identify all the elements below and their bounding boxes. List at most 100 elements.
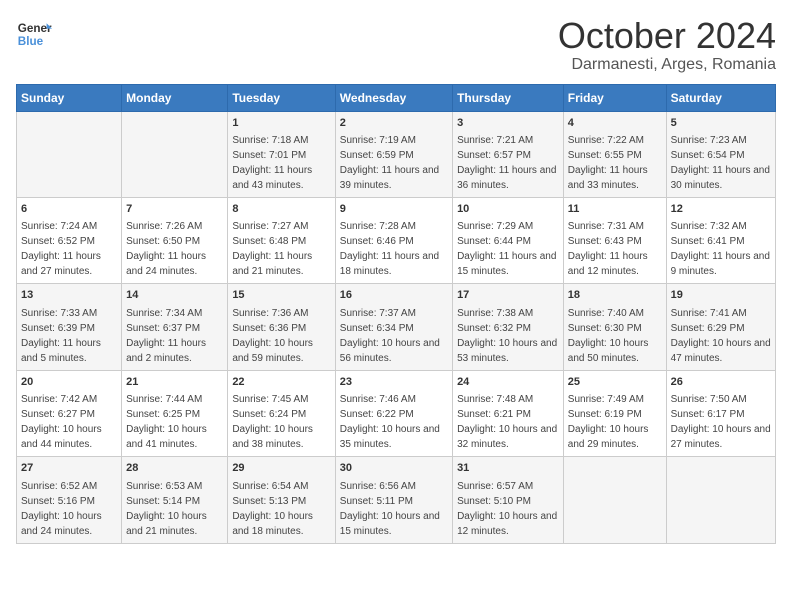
calendar-cell: 11 Sunrise: 7:31 AM Sunset: 6:43 PM Dayli…	[563, 197, 666, 283]
calendar-cell: 10 Sunrise: 7:29 AM Sunset: 6:44 PM Dayli…	[453, 197, 564, 283]
week-row-5: 27 Sunrise: 6:52 AM Sunset: 5:16 PM Dayli…	[17, 457, 776, 543]
calendar-cell: 31 Sunrise: 6:57 AM Sunset: 5:10 PM Dayli…	[453, 457, 564, 543]
day-number: 3	[457, 116, 559, 131]
week-row-3: 13Sunrise: 7:33 AM Sunset: 6:39 PM Dayli…	[17, 284, 776, 370]
col-header-monday: Monday	[122, 84, 228, 111]
day-detail: Sunrise: 7:50 AM Sunset: 6:17 PM Dayligh…	[671, 394, 771, 450]
day-number: 4	[568, 116, 662, 131]
day-number: 30	[340, 461, 448, 476]
calendar-cell: 4 Sunrise: 7:22 AM Sunset: 6:55 PM Daylig…	[563, 111, 666, 197]
day-number: 11	[568, 202, 662, 217]
day-detail: Sunrise: 6:56 AM Sunset: 5:11 PM Dayligh…	[340, 481, 440, 537]
col-header-wednesday: Wednesday	[335, 84, 452, 111]
day-detail: Sunrise: 7:46 AM Sunset: 6:22 PM Dayligh…	[340, 394, 440, 450]
day-detail: Sunrise: 6:53 AM Sunset: 5:14 PM Dayligh…	[126, 481, 207, 537]
day-detail: Sunrise: 7:38 AM Sunset: 6:32 PM Dayligh…	[457, 308, 557, 364]
calendar-cell: 30 Sunrise: 6:56 AM Sunset: 5:11 PM Dayli…	[335, 457, 452, 543]
day-number: 22	[232, 375, 330, 390]
day-number: 12	[671, 202, 771, 217]
day-detail: Sunrise: 7:23 AM Sunset: 6:54 PM Dayligh…	[671, 135, 770, 191]
day-detail: Sunrise: 7:36 AM Sunset: 6:36 PM Dayligh…	[232, 308, 313, 364]
calendar-cell	[563, 457, 666, 543]
calendar-cell: 1 Sunrise: 7:18 AM Sunset: 7:01 PM Daylig…	[228, 111, 335, 197]
calendar-cell: 16Sunrise: 7:37 AM Sunset: 6:34 PM Dayli…	[335, 284, 452, 370]
calendar-cell: 18 Sunrise: 7:40 AM Sunset: 6:30 PM Dayli…	[563, 284, 666, 370]
day-detail: Sunrise: 7:41 AM Sunset: 6:29 PM Dayligh…	[671, 308, 771, 364]
day-detail: Sunrise: 7:40 AM Sunset: 6:30 PM Dayligh…	[568, 308, 649, 364]
calendar-cell: 6Sunrise: 7:24 AM Sunset: 6:52 PM Daylig…	[17, 197, 122, 283]
day-number: 7	[126, 202, 223, 217]
calendar-cell: 24Sunrise: 7:48 AM Sunset: 6:21 PM Dayli…	[453, 370, 564, 456]
day-number: 26	[671, 375, 771, 390]
week-row-2: 6Sunrise: 7:24 AM Sunset: 6:52 PM Daylig…	[17, 197, 776, 283]
day-number: 2	[340, 116, 448, 131]
header-row: SundayMondayTuesdayWednesdayThursdayFrid…	[17, 84, 776, 111]
day-number: 13	[21, 288, 117, 303]
calendar-cell: 14 Sunrise: 7:34 AM Sunset: 6:37 PM Dayli…	[122, 284, 228, 370]
day-number: 8	[232, 202, 330, 217]
title-block: October 2024 Darmanesti, Arges, Romania	[558, 16, 776, 74]
calendar-cell: 12 Sunrise: 7:32 AM Sunset: 6:41 PM Dayli…	[666, 197, 775, 283]
day-number: 28	[126, 461, 223, 476]
svg-text:Blue: Blue	[18, 35, 44, 48]
day-number: 15	[232, 288, 330, 303]
calendar-cell: 29 Sunrise: 6:54 AM Sunset: 5:13 PM Dayli…	[228, 457, 335, 543]
calendar-cell: 25 Sunrise: 7:49 AM Sunset: 6:19 PM Dayli…	[563, 370, 666, 456]
logo: General Blue	[16, 16, 52, 52]
day-detail: Sunrise: 7:34 AM Sunset: 6:37 PM Dayligh…	[126, 308, 206, 364]
day-detail: Sunrise: 7:44 AM Sunset: 6:25 PM Dayligh…	[126, 394, 207, 450]
calendar-cell: 21Sunrise: 7:44 AM Sunset: 6:25 PM Dayli…	[122, 370, 228, 456]
day-detail: Sunrise: 7:24 AM Sunset: 6:52 PM Dayligh…	[21, 221, 101, 277]
calendar-cell: 8 Sunrise: 7:27 AM Sunset: 6:48 PM Daylig…	[228, 197, 335, 283]
day-number: 23	[340, 375, 448, 390]
calendar-cell: 7 Sunrise: 7:26 AM Sunset: 6:50 PM Daylig…	[122, 197, 228, 283]
day-number: 1	[232, 116, 330, 131]
day-detail: Sunrise: 7:32 AM Sunset: 6:41 PM Dayligh…	[671, 221, 770, 277]
week-row-1: 1 Sunrise: 7:18 AM Sunset: 7:01 PM Daylig…	[17, 111, 776, 197]
calendar-cell: 5 Sunrise: 7:23 AM Sunset: 6:54 PM Daylig…	[666, 111, 775, 197]
day-detail: Sunrise: 7:31 AM Sunset: 6:43 PM Dayligh…	[568, 221, 648, 277]
day-number: 27	[21, 461, 117, 476]
day-detail: Sunrise: 6:57 AM Sunset: 5:10 PM Dayligh…	[457, 481, 557, 537]
col-header-sunday: Sunday	[17, 84, 122, 111]
calendar-cell: 28 Sunrise: 6:53 AM Sunset: 5:14 PM Dayli…	[122, 457, 228, 543]
calendar-table: SundayMondayTuesdayWednesdayThursdayFrid…	[16, 84, 776, 544]
day-number: 5	[671, 116, 771, 131]
day-detail: Sunrise: 7:22 AM Sunset: 6:55 PM Dayligh…	[568, 135, 648, 191]
col-header-saturday: Saturday	[666, 84, 775, 111]
day-detail: Sunrise: 6:54 AM Sunset: 5:13 PM Dayligh…	[232, 481, 313, 537]
calendar-cell: 3 Sunrise: 7:21 AM Sunset: 6:57 PM Daylig…	[453, 111, 564, 197]
page-header: General Blue October 2024 Darmanesti, Ar…	[16, 16, 776, 74]
calendar-cell: 17 Sunrise: 7:38 AM Sunset: 6:32 PM Dayli…	[453, 284, 564, 370]
day-number: 25	[568, 375, 662, 390]
day-detail: Sunrise: 6:52 AM Sunset: 5:16 PM Dayligh…	[21, 481, 102, 537]
col-header-tuesday: Tuesday	[228, 84, 335, 111]
day-number: 10	[457, 202, 559, 217]
day-detail: Sunrise: 7:19 AM Sunset: 6:59 PM Dayligh…	[340, 135, 439, 191]
day-number: 31	[457, 461, 559, 476]
day-detail: Sunrise: 7:21 AM Sunset: 6:57 PM Dayligh…	[457, 135, 556, 191]
day-number: 18	[568, 288, 662, 303]
day-detail: Sunrise: 7:42 AM Sunset: 6:27 PM Dayligh…	[21, 394, 102, 450]
calendar-cell: 23 Sunrise: 7:46 AM Sunset: 6:22 PM Dayli…	[335, 370, 452, 456]
calendar-cell: 26 Sunrise: 7:50 AM Sunset: 6:17 PM Dayli…	[666, 370, 775, 456]
day-number: 14	[126, 288, 223, 303]
day-detail: Sunrise: 7:29 AM Sunset: 6:44 PM Dayligh…	[457, 221, 556, 277]
day-number: 29	[232, 461, 330, 476]
day-detail: Sunrise: 7:45 AM Sunset: 6:24 PM Dayligh…	[232, 394, 313, 450]
day-detail: Sunrise: 7:18 AM Sunset: 7:01 PM Dayligh…	[232, 135, 312, 191]
day-number: 19	[671, 288, 771, 303]
col-header-thursday: Thursday	[453, 84, 564, 111]
calendar-cell: 20 Sunrise: 7:42 AM Sunset: 6:27 PM Dayli…	[17, 370, 122, 456]
week-row-4: 20 Sunrise: 7:42 AM Sunset: 6:27 PM Dayli…	[17, 370, 776, 456]
day-detail: Sunrise: 7:27 AM Sunset: 6:48 PM Dayligh…	[232, 221, 312, 277]
day-detail: Sunrise: 7:26 AM Sunset: 6:50 PM Dayligh…	[126, 221, 206, 277]
day-number: 17	[457, 288, 559, 303]
month-title: October 2024	[558, 16, 776, 56]
day-detail: Sunrise: 7:37 AM Sunset: 6:34 PM Dayligh…	[340, 308, 440, 364]
col-header-friday: Friday	[563, 84, 666, 111]
calendar-cell: 15 Sunrise: 7:36 AM Sunset: 6:36 PM Dayli…	[228, 284, 335, 370]
day-number: 20	[21, 375, 117, 390]
calendar-cell: 2 Sunrise: 7:19 AM Sunset: 6:59 PM Daylig…	[335, 111, 452, 197]
day-detail: Sunrise: 7:49 AM Sunset: 6:19 PM Dayligh…	[568, 394, 649, 450]
